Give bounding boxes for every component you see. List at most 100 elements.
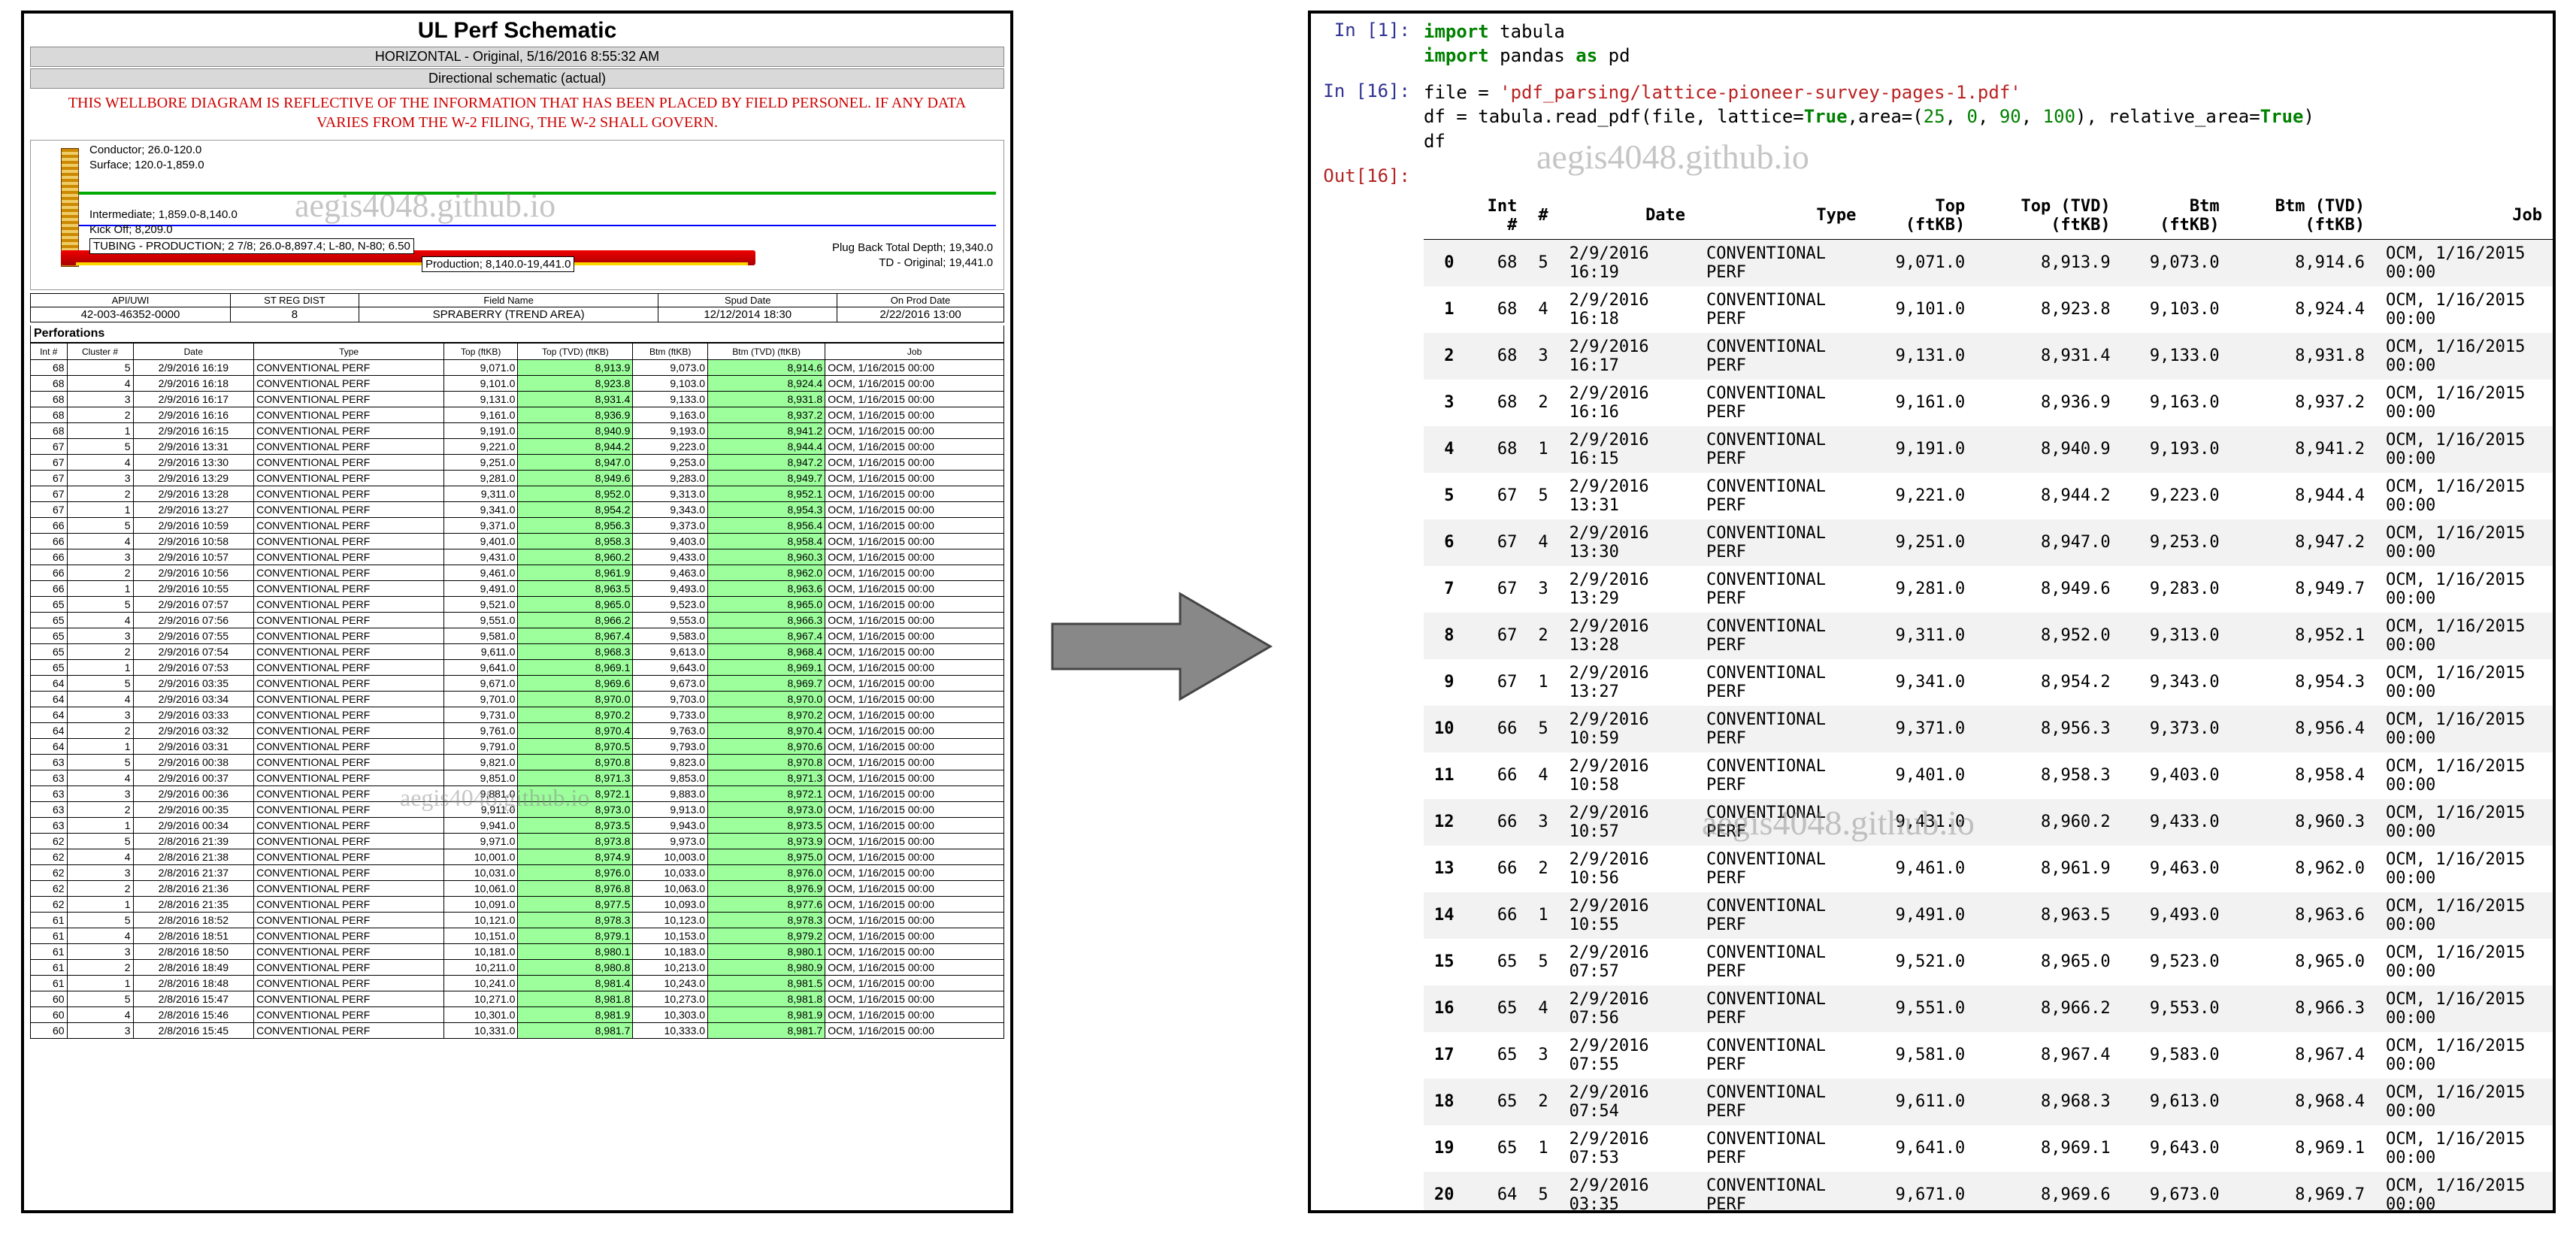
df-header-cell: Job (2375, 192, 2553, 240)
perf-cell: 5 (67, 913, 133, 928)
df-cell: CONVENTIONAL PERF (1696, 519, 1866, 566)
df-cell: 4 (1527, 985, 1558, 1032)
nb-prompt-in-16: In [16]: (1311, 80, 1424, 153)
perf-cell: 8,936.9 (518, 407, 633, 423)
source-document-panel: UL Perf Schematic HORIZONTAL - Original,… (21, 11, 1013, 1213)
df-header-cell: Type (1696, 192, 1866, 240)
perf-cell: OCM, 1/16/2015 00:00 (825, 944, 1004, 960)
perf-cell: 9,853.0 (633, 770, 708, 786)
perforations-table: Int #Cluster #DateTypeTop (ftKB)Top (TVD… (30, 343, 1004, 1039)
df-cell: 8,954.3 (2230, 659, 2375, 706)
df-row: 186522/9/2016 07:54CONVENTIONAL PERF9,61… (1424, 1079, 2553, 1125)
perf-cell: 8,947.0 (518, 455, 633, 471)
perf-cell: CONVENTIONAL PERF (254, 834, 444, 849)
perf-cell: 1 (67, 660, 133, 676)
perf-cell: 2/9/2016 00:36 (133, 786, 254, 802)
perf-cell: 63 (31, 802, 68, 818)
perf-row: 6642/9/2016 10:58CONVENTIONAL PERF9,401.… (31, 534, 1004, 549)
df-cell: 9,371.0 (1866, 706, 1975, 752)
perf-row: 6032/8/2016 15:45CONVENTIONAL PERF10,331… (31, 1023, 1004, 1039)
perf-cell: 10,151.0 (444, 928, 518, 944)
doc-title: UL Perf Schematic (24, 14, 1010, 45)
perf-cell: 10,123.0 (633, 913, 708, 928)
perf-cell: 2/9/2016 03:34 (133, 692, 254, 707)
perf-cell: 8,960.3 (708, 549, 825, 565)
perf-cell: 68 (31, 360, 68, 376)
nb-code-1[interactable]: import tabula import pandas as pd (1424, 20, 1630, 68)
perf-cell: CONVENTIONAL PERF (254, 1023, 444, 1039)
df-cell: 9,611.0 (1866, 1079, 1975, 1125)
perf-cell: 64 (31, 692, 68, 707)
perf-cell: 10,091.0 (444, 897, 518, 913)
perf-cell: 2/8/2016 15:47 (133, 991, 254, 1007)
df-cell: CONVENTIONAL PERF (1696, 799, 1866, 846)
perf-cell: 2/9/2016 07:57 (133, 597, 254, 613)
perf-cell: CONVENTIONAL PERF (254, 407, 444, 423)
df-cell: 9,343.0 (2121, 659, 2230, 706)
df-row: 96712/9/2016 13:27CONVENTIONAL PERF9,341… (1424, 659, 2553, 706)
perf-row: 6412/9/2016 03:31CONVENTIONAL PERF9,791.… (31, 739, 1004, 755)
df-cell: 2/9/2016 10:55 (1559, 892, 1696, 939)
perf-cell: 4 (67, 692, 133, 707)
perf-cell: 9,641.0 (444, 660, 518, 676)
perf-cell: CONVENTIONAL PERF (254, 455, 444, 471)
perf-row: 6542/9/2016 07:56CONVENTIONAL PERF9,551.… (31, 613, 1004, 628)
perf-row: 6622/9/2016 10:56CONVENTIONAL PERF9,461.… (31, 565, 1004, 581)
perf-cell: 2/9/2016 10:55 (133, 581, 254, 597)
perf-cell: 10,001.0 (444, 849, 518, 865)
df-cell: 9,521.0 (1866, 939, 1975, 985)
perf-row: 6052/8/2016 15:47CONVENTIONAL PERF10,271… (31, 991, 1004, 1007)
perf-cell: 2/8/2016 15:45 (133, 1023, 254, 1039)
perf-cell: 2/9/2016 00:35 (133, 802, 254, 818)
df-cell: 66 (1465, 706, 1528, 752)
perf-cell: 8,970.8 (708, 755, 825, 770)
df-row: 206452/9/2016 03:35CONVENTIONAL PERF9,67… (1424, 1172, 2553, 1213)
perf-cell: 8,941.2 (708, 423, 825, 439)
perf-cell: 8,980.1 (518, 944, 633, 960)
perf-cell: 8,973.8 (518, 834, 633, 849)
df-cell: OCM, 1/16/2015 00:00 (2375, 1032, 2553, 1079)
df-index-cell: 6 (1424, 519, 1465, 566)
df-cell: CONVENTIONAL PERF (1696, 706, 1866, 752)
perf-cell: CONVENTIONAL PERF (254, 360, 444, 376)
df-cell: 8,967.4 (2230, 1032, 2375, 1079)
perf-cell: CONVENTIONAL PERF (254, 518, 444, 534)
df-cell: 9,643.0 (2121, 1125, 2230, 1172)
df-row: 146612/9/2016 10:55CONVENTIONAL PERF9,49… (1424, 892, 2553, 939)
df-cell: 1 (1527, 659, 1558, 706)
df-cell: 2/9/2016 16:15 (1559, 426, 1696, 473)
lbl-td: TD - Original; 19,441.0 (879, 256, 993, 269)
df-cell: 9,403.0 (2121, 752, 2230, 799)
df-cell: 2 (1527, 1079, 1558, 1125)
perf-cell: 10,273.0 (633, 991, 708, 1007)
perf-cell: 66 (31, 565, 68, 581)
perf-cell: CONVENTIONAL PERF (254, 502, 444, 518)
perf-row: 6532/9/2016 07:55CONVENTIONAL PERF9,581.… (31, 628, 1004, 644)
lbl-tubing: TUBING - PRODUCTION; 2 7/8; 26.0-8,897.4… (89, 238, 414, 254)
perf-cell: 3 (67, 549, 133, 565)
perf-cell: OCM, 1/16/2015 00:00 (825, 486, 1004, 502)
df-cell: 9,401.0 (1866, 752, 1975, 799)
df-cell: 9,221.0 (1866, 473, 1975, 519)
perf-cell: CONVENTIONAL PERF (254, 755, 444, 770)
perf-cell: 9,343.0 (633, 502, 708, 518)
perf-cell: 63 (31, 770, 68, 786)
perf-cell: 9,131.0 (444, 392, 518, 407)
perf-header-cell: Top (TVD) (ftKB) (518, 344, 633, 360)
df-index-cell: 17 (1424, 1032, 1465, 1079)
perf-cell: 8,979.1 (518, 928, 633, 944)
perf-cell: 8,970.0 (518, 692, 633, 707)
perf-cell: 4 (67, 534, 133, 549)
perf-cell: OCM, 1/16/2015 00:00 (825, 991, 1004, 1007)
df-cell: 9,493.0 (2121, 892, 2230, 939)
df-cell: 9,461.0 (1866, 846, 1975, 892)
perf-cell: OCM, 1/16/2015 00:00 (825, 628, 1004, 644)
perf-cell: 9,823.0 (633, 755, 708, 770)
perf-cell: 9,341.0 (444, 502, 518, 518)
perf-cell: 8,975.0 (708, 849, 825, 865)
perf-cell: 8,978.3 (708, 913, 825, 928)
nb-code-16[interactable]: file = 'pdf_parsing/lattice-pioneer-surv… (1424, 80, 2314, 153)
df-cell: 8,956.4 (2230, 706, 2375, 752)
df-index-cell: 13 (1424, 846, 1465, 892)
perf-cell: CONVENTIONAL PERF (254, 439, 444, 455)
